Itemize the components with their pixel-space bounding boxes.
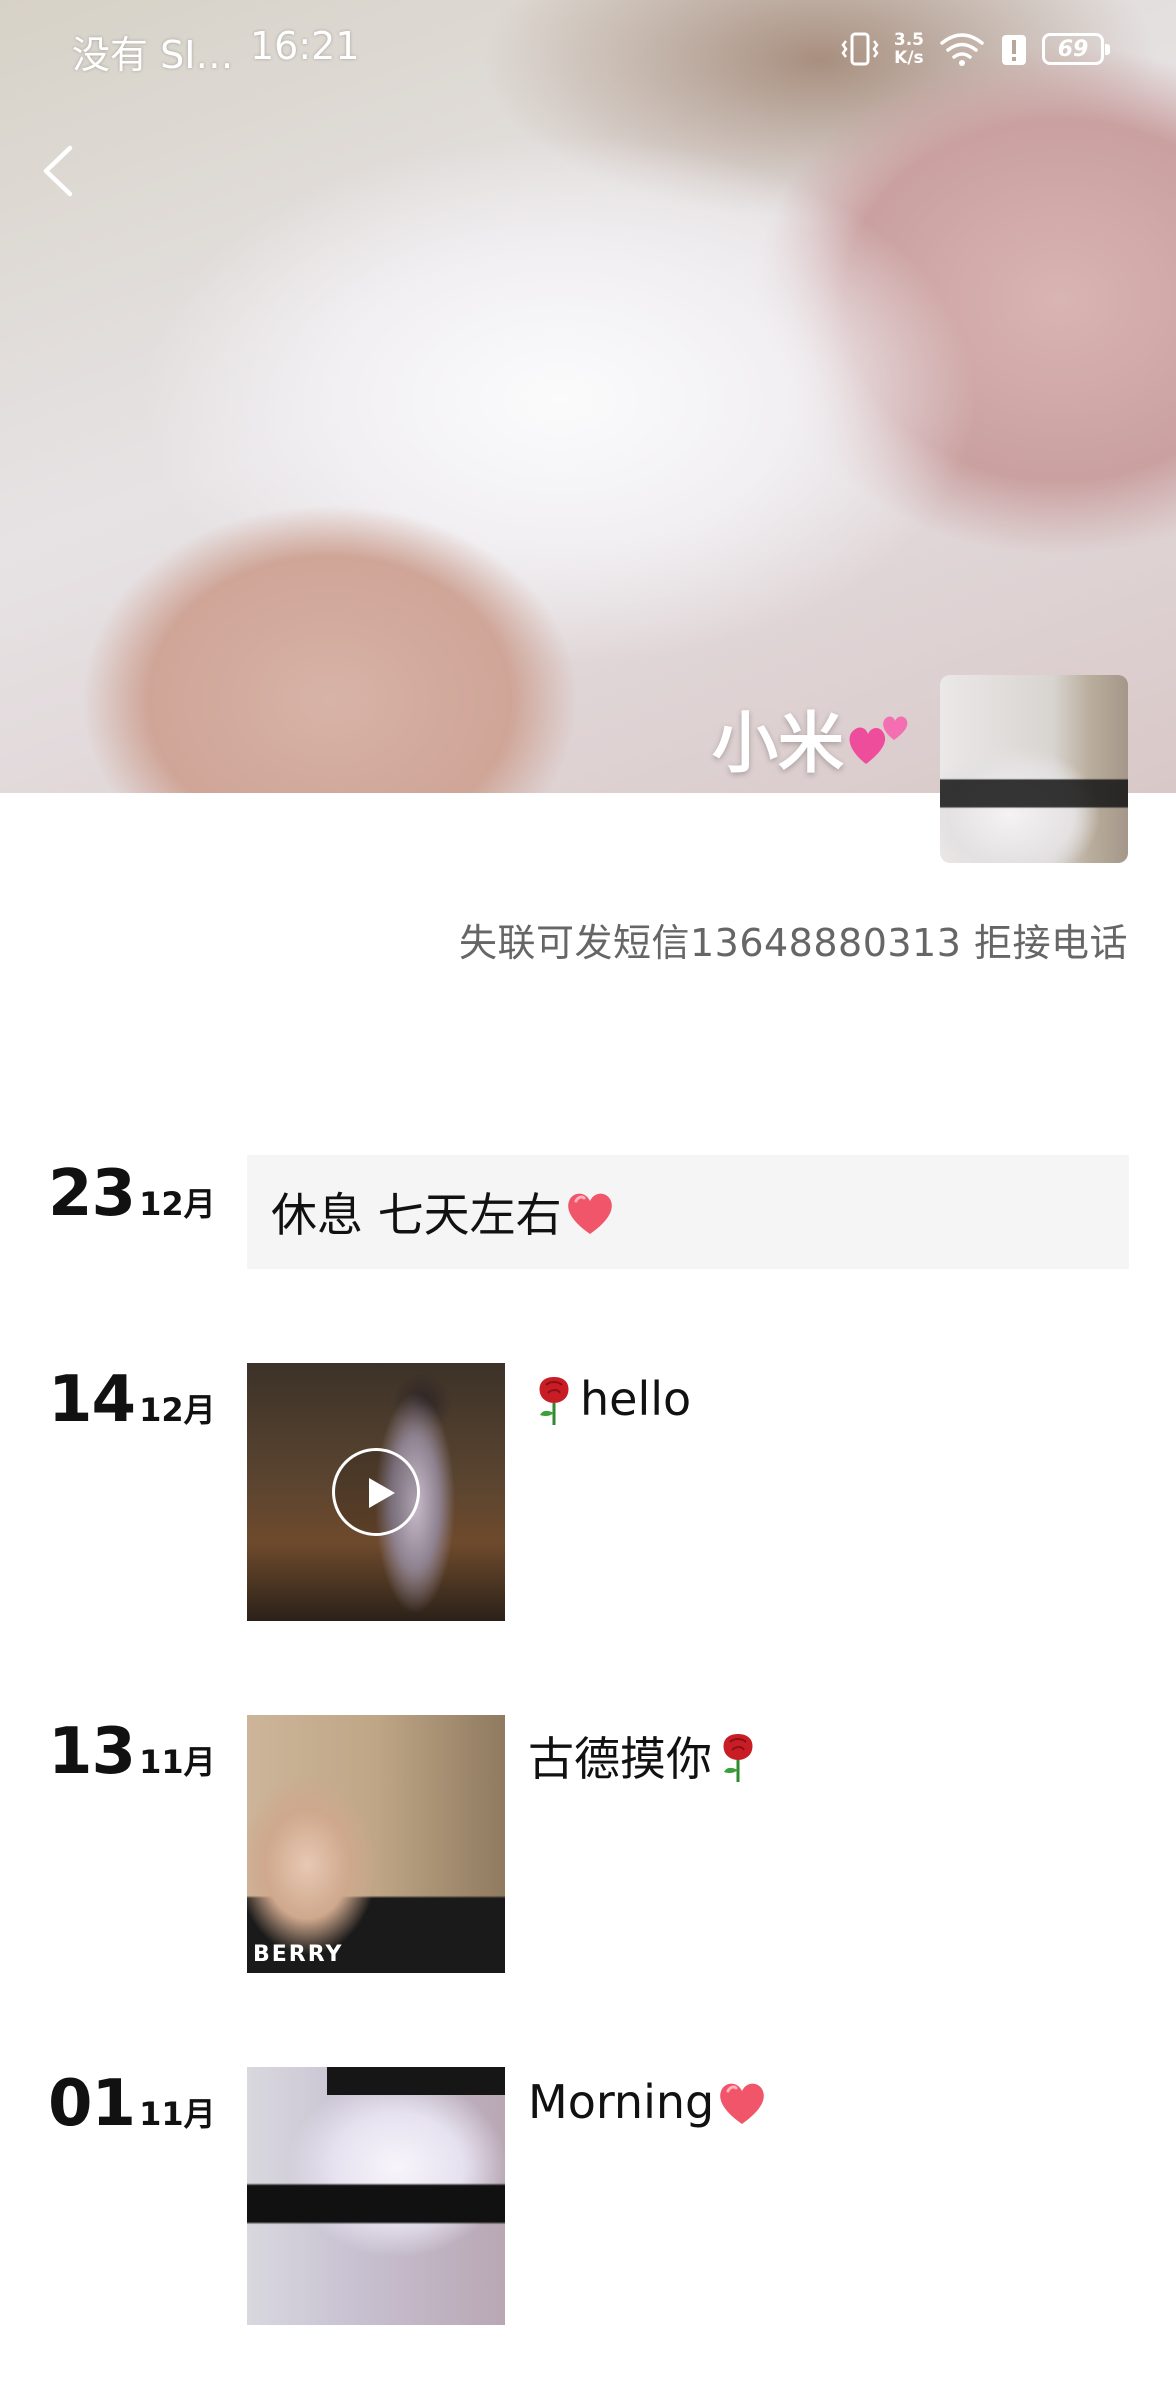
rose-icon (539, 1377, 569, 1425)
post-date: 13 11月 (48, 1715, 216, 1789)
post-date: 14 12月 (48, 1363, 216, 1437)
net-speed-unit: K/s (894, 48, 924, 68)
post-text: 休息 七天左右 (271, 1188, 562, 1242)
clock-text: 16:21 (250, 24, 360, 68)
image-thumbnail[interactable] (247, 2067, 505, 2325)
image-detail (327, 2067, 505, 2095)
post-text: 古德摸你 (528, 1732, 712, 1786)
red-heart-icon (720, 2083, 765, 2124)
play-button[interactable] (332, 1448, 420, 1536)
post-date: 23 12月 (48, 1157, 216, 1231)
vibrate-icon (841, 32, 879, 66)
wifi-icon (940, 33, 984, 66)
alert-icon (1002, 35, 1026, 65)
post-month: 12月 (139, 1391, 216, 1429)
post-day: 13 (48, 1715, 136, 1789)
battery-indicator: 69 (1042, 33, 1110, 65)
post-text-card[interactable]: 休息 七天左右 (247, 1155, 1129, 1269)
post-text: Morning (528, 2075, 715, 2129)
profile-bio: 失联可发短信13648880313 拒接电话 (458, 921, 1128, 965)
post-day: 14 (48, 1363, 136, 1437)
play-icon (369, 1478, 395, 1508)
status-icons: 3.5 K/s 69 (840, 26, 1110, 72)
avatar[interactable] (940, 675, 1128, 863)
two-hearts-icon (849, 716, 908, 764)
post-text: hello (580, 1372, 692, 1426)
status-bar: 没有 SI… 16:21 3.5 K/s 69 (0, 0, 1176, 100)
post-month: 12月 (139, 1185, 216, 1223)
image-thumbnail[interactable]: BERRY (247, 1715, 505, 1973)
profile-name-text: 小米 (712, 705, 844, 782)
net-speed-value: 3.5 (893, 30, 924, 50)
image-watermark: BERRY (253, 1942, 344, 1967)
post-day: 23 (48, 1157, 136, 1231)
profile-name: 小米 (712, 690, 914, 786)
post-text-line: 古德摸你 (528, 1723, 764, 1789)
rose-icon (723, 1734, 753, 1782)
post-text-line: Morning (528, 2075, 770, 2129)
carrier-text: 没有 SI… (72, 33, 234, 77)
post-date: 01 11月 (48, 2067, 216, 2141)
post-month: 11月 (139, 2095, 216, 2133)
red-heart-icon (567, 1193, 612, 1234)
post-day: 01 (48, 2067, 136, 2141)
video-thumbnail[interactable] (247, 1363, 505, 1621)
post-text-line: hello (528, 1371, 691, 1427)
network-speed: 3.5 K/s (894, 31, 924, 67)
chevron-left-icon (43, 145, 73, 197)
post-month: 11月 (139, 1743, 216, 1781)
back-button[interactable] (34, 140, 84, 202)
